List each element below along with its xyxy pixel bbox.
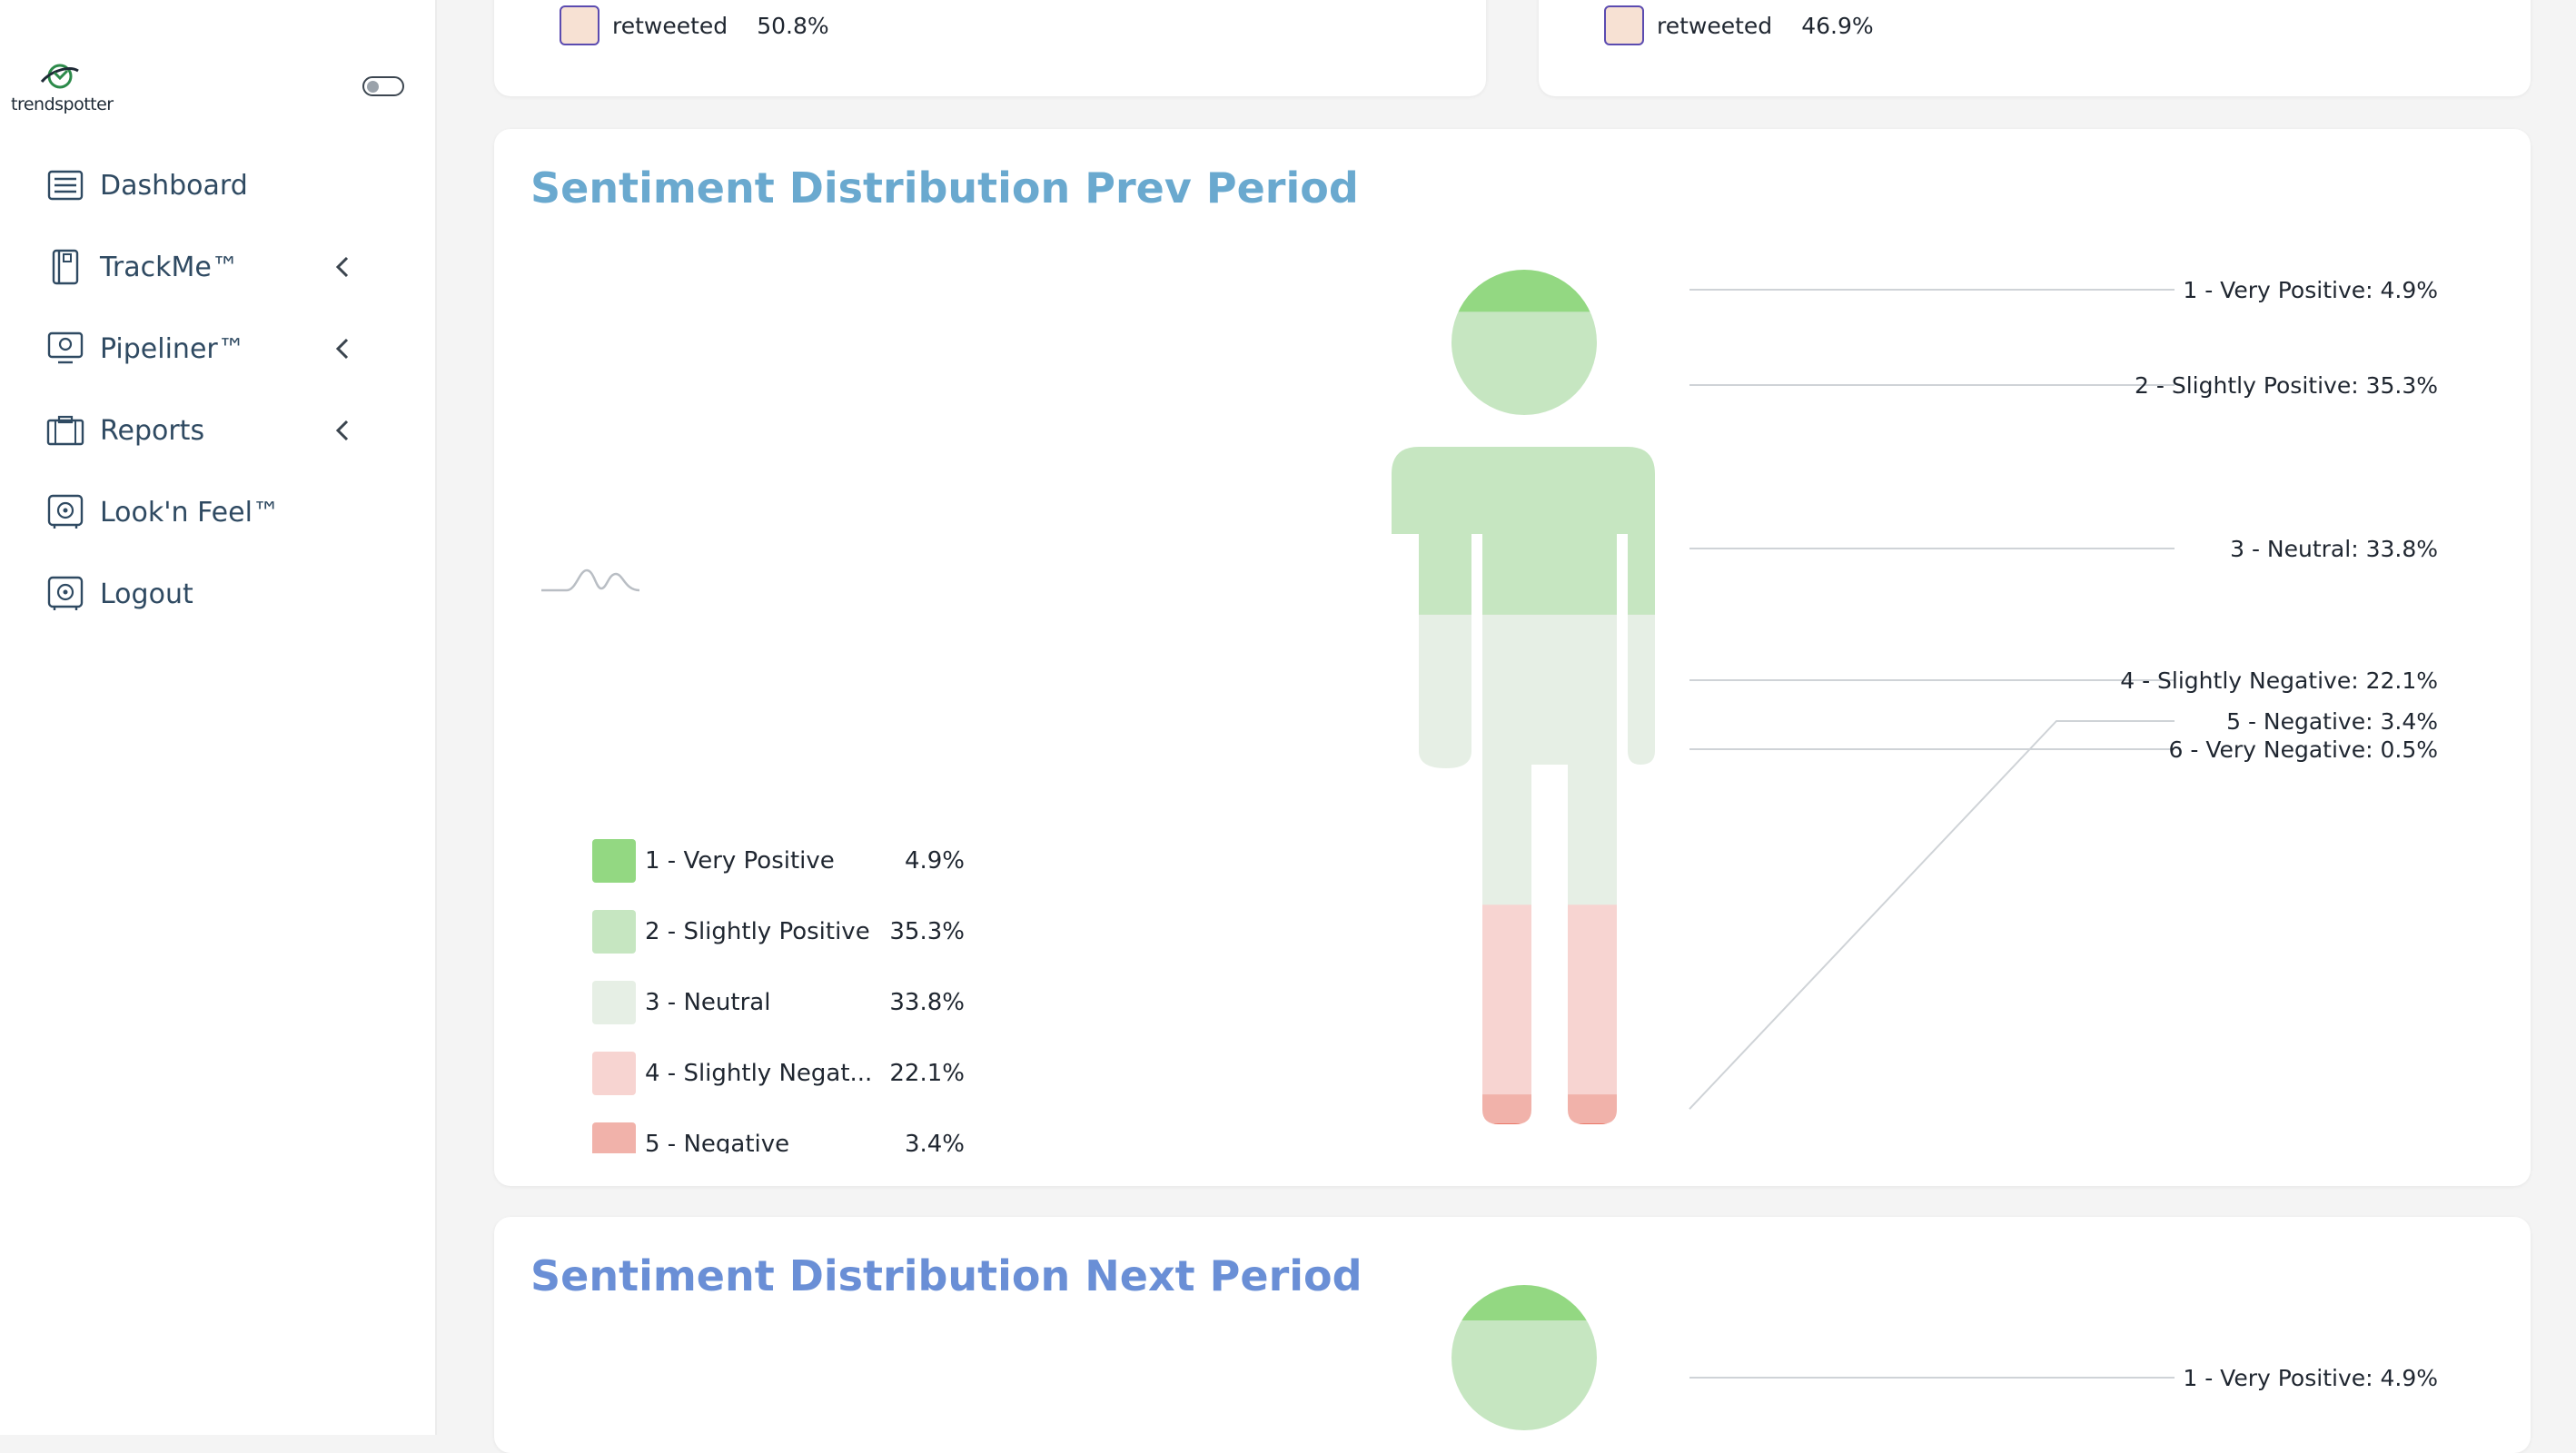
chevron-left-icon[interactable]	[331, 418, 356, 443]
globe-logo-icon	[40, 64, 79, 89]
callout-label: 1 - Very Positive: 4.9%	[2183, 1365, 2438, 1391]
toggle-knob	[367, 81, 379, 93]
theme-toggle[interactable]	[362, 76, 404, 96]
logo[interactable]: trendspotter	[11, 58, 114, 122]
legend-row[interactable]: 3 - Neutral 33.8%	[592, 981, 992, 1024]
chevron-left-icon[interactable]	[331, 254, 356, 280]
figure-band-slightly-positive	[1392, 311, 1655, 616]
dashboard-icon	[45, 165, 85, 205]
legend-swatch	[592, 1122, 636, 1153]
legend-swatch	[592, 1052, 636, 1095]
sidebar-item-label: Pipeliner™	[100, 332, 245, 365]
legend-row[interactable]: 4 - Slightly Negat... 22.1%	[592, 1052, 992, 1095]
legend-value: 3.4%	[904, 1131, 965, 1153]
legend-swatch	[592, 910, 636, 954]
legend-swatch	[592, 839, 636, 883]
legend-value: 22.1%	[889, 1060, 965, 1087]
legend-row[interactable]: 1 - Very Positive 4.9%	[592, 839, 992, 883]
monitor-icon	[45, 329, 85, 369]
legend: 1 - Very Positive 4.9% 2 - Slightly Posi…	[592, 839, 992, 1153]
figure-band-negative	[1392, 1094, 1655, 1124]
sidebar-item-label: Logout	[100, 578, 193, 610]
legend-value: 33.8%	[889, 989, 965, 1016]
retweet-card-left: retweeted 50.8%	[494, 0, 1486, 96]
legend-value: 35.3%	[889, 918, 965, 945]
legend-label: 1 - Very Positive	[645, 847, 835, 875]
legend-value: 46.9%	[1801, 12, 1874, 39]
callout-label: 1 - Very Positive: 4.9%	[2183, 277, 2438, 303]
callout-label: 2 - Slightly Positive: 35.3%	[2135, 372, 2438, 399]
legend-label: retweeted	[1657, 12, 1773, 39]
figure-band-slightly-positive	[1451, 1320, 1597, 1430]
legend-value: 4.9%	[904, 847, 965, 875]
sentiment-prev-card: Sentiment Distribution Prev Period 1 - V…	[494, 129, 2531, 1186]
briefcase-icon	[45, 410, 85, 450]
callout-label: 6 - Very Negative: 0.5%	[2169, 736, 2438, 763]
legend-label: 2 - Slightly Positive	[645, 918, 870, 945]
sentiment-next-card: Sentiment Distribution Next Period 1 - V…	[494, 1217, 2531, 1453]
sidebar-item-pipeliner[interactable]: Pipeliner™	[45, 323, 372, 374]
chevron-left-icon[interactable]	[331, 336, 356, 361]
book-icon	[45, 247, 85, 287]
sidebar-item-label: Reports	[100, 414, 205, 447]
legend-label: 3 - Neutral	[645, 989, 771, 1016]
sidebar-item-label: Dashboard	[100, 169, 248, 202]
callout-label: 3 - Neutral: 33.8%	[2230, 536, 2438, 562]
legend-row: retweeted 46.9%	[1604, 5, 1874, 45]
legend-row[interactable]: 2 - Slightly Positive 35.3%	[592, 910, 992, 954]
sidebar: trendspotter Dashboard TrackMe™ Pipeline…	[0, 0, 437, 1435]
sidebar-item-dashboard[interactable]: Dashboard	[45, 160, 372, 211]
logo-text: trendspotter	[11, 94, 114, 114]
sidebar-item-trackme[interactable]: TrackMe™	[45, 242, 372, 292]
legend-swatch	[1604, 5, 1644, 45]
figure-band-neutral	[1392, 614, 1655, 905]
safe-icon	[45, 574, 85, 614]
legend-row[interactable]: 5 - Negative 3.4%	[592, 1122, 992, 1153]
legend-swatch	[560, 5, 599, 45]
safe-icon	[45, 492, 85, 532]
legend-swatch	[592, 981, 636, 1024]
legend-label: retweeted	[612, 12, 728, 39]
callout-label: 5 - Negative: 3.4%	[2226, 708, 2438, 735]
sidebar-item-reports[interactable]: Reports	[45, 405, 372, 456]
sidebar-item-looknfeel[interactable]: Look'n Feel™	[45, 487, 372, 538]
figure-band-very-negative	[1392, 1123, 1655, 1124]
legend-value: 50.8%	[757, 12, 829, 39]
legend-label: 5 - Negative	[645, 1131, 790, 1153]
sidebar-item-label: TrackMe™	[100, 251, 239, 283]
sidebar-item-label: Look'n Feel™	[100, 496, 280, 529]
figure-band-slightly-negative	[1392, 904, 1655, 1095]
figure-band-very-positive	[1392, 270, 1655, 312]
legend-row: retweeted 50.8%	[560, 5, 829, 45]
figure-band-very-positive	[1451, 1285, 1597, 1320]
retweet-card-right: retweeted 46.9%	[1539, 0, 2531, 96]
callout-line	[1689, 720, 2175, 1110]
sentiment-figure-chart: 1 - Very Positive: 4.9%	[1451, 1285, 2438, 1430]
sidebar-item-logout[interactable]: Logout	[45, 568, 372, 619]
callout-label: 4 - Slightly Negative: 22.1%	[2120, 667, 2438, 694]
legend-label: 4 - Slightly Negat...	[645, 1060, 870, 1087]
